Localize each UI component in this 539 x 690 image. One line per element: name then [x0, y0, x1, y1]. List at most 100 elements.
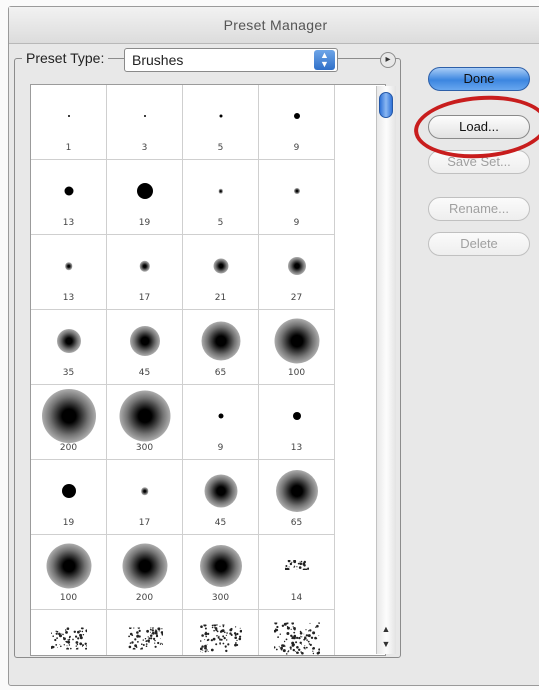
brush-preset-tile[interactable]: 5 — [183, 85, 259, 160]
save-set-button[interactable]: Save Set... — [428, 150, 530, 174]
brush-preset-tile[interactable]: 300 — [107, 385, 183, 460]
brush-tip-icon — [292, 412, 301, 421]
brush-tip-icon — [293, 188, 300, 195]
scroll-down-arrow-icon[interactable]: ▼ — [379, 637, 393, 651]
brush-size-label: 1 — [65, 143, 72, 153]
brush-tip-icon — [201, 321, 240, 361]
brush-size-label: 19 — [62, 518, 75, 528]
brush-preset-tile[interactable] — [107, 610, 183, 655]
brush-preset-tile[interactable]: 19 — [107, 160, 183, 235]
brush-preset-tile[interactable] — [31, 610, 107, 655]
spray-brush-icon — [127, 626, 164, 655]
brush-preset-tile[interactable]: 13 — [31, 235, 107, 310]
brush-grid: 1 3 5 9 13 19 5 9 13 17 21 27 35 45 65 100 200 300 9 13 19 17… — [30, 84, 386, 656]
spray-brush-icon — [199, 623, 242, 655]
brush-tip-icon — [219, 114, 222, 118]
brush-tip-icon — [139, 260, 150, 272]
brush-tip-icon — [64, 262, 73, 270]
preset-type-label: Preset Type: — [22, 48, 109, 68]
brush-tip-icon — [199, 545, 242, 588]
spray-brush-icon — [283, 557, 309, 575]
select-arrows-icon: ▲ ▼ — [314, 50, 335, 70]
brush-preset-tile[interactable]: 14 — [259, 535, 335, 610]
brush-tip-icon — [61, 484, 76, 499]
brush-preset-tile[interactable]: 9 — [183, 385, 259, 460]
brush-preset-tile[interactable]: 9 — [259, 160, 335, 235]
brush-size-label: 19 — [138, 218, 151, 228]
brush-size-label: 100 — [59, 593, 78, 603]
delete-button[interactable]: Delete — [428, 232, 530, 256]
brush-preset-tile[interactable]: 17 — [107, 460, 183, 535]
brush-size-label: 14 — [290, 593, 303, 603]
brush-tip-icon — [287, 257, 306, 276]
brush-tip-icon — [218, 413, 223, 419]
brush-size-label: 17 — [138, 293, 151, 303]
brush-preset-tile[interactable]: 13 — [31, 160, 107, 235]
brush-preset-tile[interactable]: 21 — [183, 235, 259, 310]
brush-size-label: 13 — [62, 293, 75, 303]
preset-type-select[interactable]: Brushes ▲ ▼ — [124, 48, 338, 72]
brush-preset-tile[interactable]: 13 — [259, 385, 335, 460]
load-button[interactable]: Load... — [428, 115, 530, 139]
brush-preset-tile[interactable]: 45 — [107, 310, 183, 385]
brush-size-label: 9 — [217, 443, 224, 453]
brush-preset-tile[interactable]: 300 — [183, 535, 259, 610]
brush-tip-icon — [56, 329, 81, 354]
brush-preset-tile[interactable] — [183, 610, 259, 655]
brush-size-label: 200 — [59, 443, 78, 453]
brush-tip-icon — [143, 115, 146, 118]
brush-size-label: 5 — [217, 218, 224, 228]
brush-preset-tile[interactable]: 65 — [183, 310, 259, 385]
brush-size-label: 5 — [217, 143, 224, 153]
brush-tip-icon — [46, 543, 91, 589]
scroll-thumb[interactable] — [379, 92, 393, 118]
brush-preset-tile[interactable]: 17 — [107, 235, 183, 310]
brush-tip-icon — [140, 487, 149, 495]
brush-preset-tile[interactable]: 27 — [259, 235, 335, 310]
window-title: Preset Manager — [9, 7, 539, 44]
brush-tip-icon — [275, 470, 318, 513]
rename-button[interactable]: Rename... — [428, 197, 530, 221]
vertical-scrollbar[interactable]: ▲ ▼ — [376, 86, 396, 654]
spray-brush-icon — [49, 627, 88, 655]
brush-size-label: 13 — [62, 218, 75, 228]
brush-tip-icon — [67, 115, 70, 118]
brush-preset-tile[interactable]: 100 — [31, 535, 107, 610]
brush-tip-icon — [119, 390, 170, 442]
brush-tip-icon — [122, 543, 167, 589]
brush-size-label: 300 — [135, 443, 154, 453]
brush-size-label: 45 — [138, 368, 151, 378]
brush-size-label: 13 — [290, 443, 303, 453]
brush-preset-tile[interactable]: 45 — [183, 460, 259, 535]
brush-size-label: 27 — [290, 293, 303, 303]
brush-tip-icon — [136, 183, 153, 200]
panel-menu-arrow-icon[interactable]: ▸ — [380, 52, 396, 68]
brush-size-label: 100 — [287, 368, 306, 378]
brush-preset-tile[interactable] — [259, 610, 335, 655]
brush-size-label: 200 — [135, 593, 154, 603]
brush-preset-tile[interactable]: 1 — [31, 85, 107, 160]
brush-tip-icon — [213, 258, 228, 274]
brush-size-label: 45 — [214, 518, 227, 528]
preset-type-value: Brushes — [132, 52, 184, 68]
brush-size-label: 17 — [138, 518, 151, 528]
done-button[interactable]: Done — [428, 67, 530, 91]
brush-preset-tile[interactable]: 19 — [31, 460, 107, 535]
brush-size-label: 300 — [211, 593, 230, 603]
brush-tip-icon — [64, 186, 73, 196]
brush-size-label: 9 — [293, 143, 300, 153]
brush-preset-tile[interactable]: 9 — [259, 85, 335, 160]
brush-preset-tile[interactable]: 100 — [259, 310, 335, 385]
brush-preset-tile[interactable]: 5 — [183, 160, 259, 235]
brush-tip-icon — [274, 318, 319, 364]
brush-size-label: 9 — [293, 218, 300, 228]
brush-size-label: 65 — [214, 368, 227, 378]
brush-preset-tile[interactable]: 65 — [259, 460, 335, 535]
brush-preset-tile[interactable]: 3 — [107, 85, 183, 160]
scroll-up-arrow-icon[interactable]: ▲ — [379, 622, 393, 636]
brush-size-label: 35 — [62, 368, 75, 378]
brush-preset-tile[interactable]: 200 — [107, 535, 183, 610]
brush-tip-icon — [41, 389, 96, 444]
brush-preset-tile[interactable]: 200 — [31, 385, 107, 460]
brush-preset-tile[interactable]: 35 — [31, 310, 107, 385]
